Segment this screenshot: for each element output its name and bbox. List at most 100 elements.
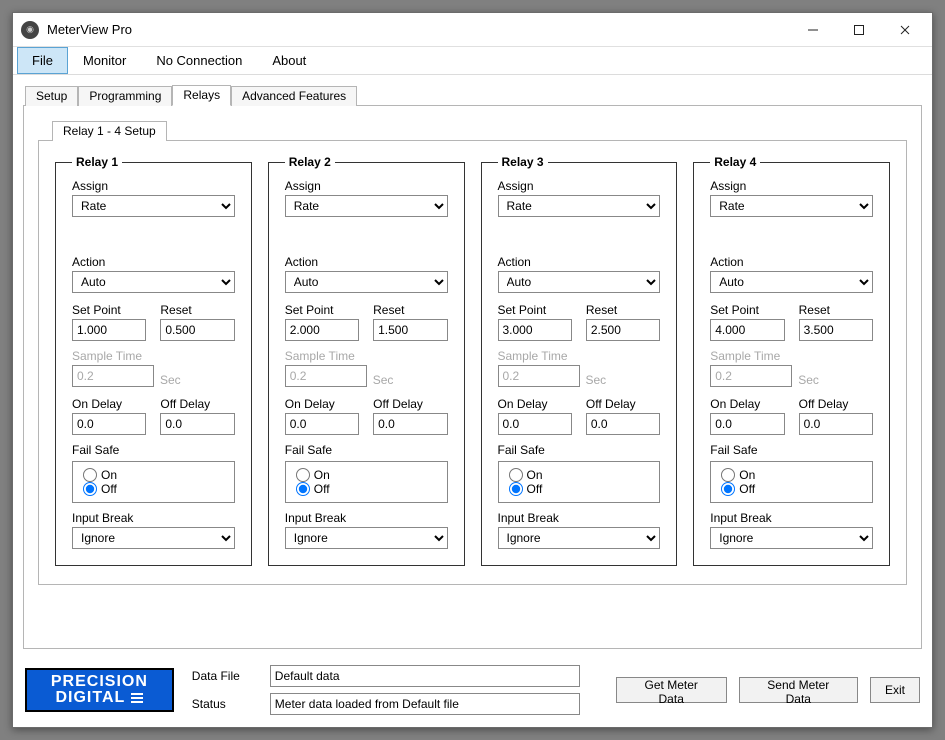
relay-4-reset-input[interactable]: [799, 319, 873, 341]
sec-label: Sec: [373, 373, 394, 387]
relay-4-action-select[interactable]: Auto: [710, 271, 873, 293]
maximize-button[interactable]: [836, 16, 882, 44]
relay-2-failsafe-off[interactable]: Off: [296, 482, 437, 496]
relay-1-failsafe-off-radio[interactable]: [83, 482, 97, 496]
footer-buttons: Get Meter Data Send Meter Data Exit: [616, 677, 920, 703]
relay-3-setpoint-input[interactable]: [498, 319, 572, 341]
setpoint-label: Set Point: [710, 303, 784, 317]
ondelay-label: On Delay: [285, 397, 359, 411]
relay-4-failsafe-box: OnOff: [710, 461, 873, 503]
relay-1-sampletime-input: [72, 365, 154, 387]
relay-4-failsafe-off[interactable]: Off: [721, 482, 862, 496]
action-label: Action: [285, 255, 448, 269]
menu-no-connection[interactable]: No Connection: [141, 47, 257, 74]
tab-setup[interactable]: Setup: [25, 86, 78, 106]
offdelay-label: Off Delay: [586, 397, 660, 411]
footer: PRECISION DIGITAL Data File Status Get M…: [13, 659, 932, 727]
relay-4-failsafe-off-radio[interactable]: [721, 482, 735, 496]
relay-4-failsafe-on-radio[interactable]: [721, 468, 735, 482]
relay-4-inputbreak-select[interactable]: Ignore: [710, 527, 873, 549]
relay-3-failsafe-box: OnOff: [498, 461, 661, 503]
relay-2-failsafe-on[interactable]: On: [296, 468, 437, 482]
relay-3-failsafe-off-radio[interactable]: [509, 482, 523, 496]
offdelay-label: Off Delay: [373, 397, 447, 411]
reset-label: Reset: [799, 303, 873, 317]
menu-monitor[interactable]: Monitor: [68, 47, 141, 74]
setpoint-label: Set Point: [498, 303, 572, 317]
send-meter-data-button[interactable]: Send Meter Data: [739, 677, 858, 703]
datafile-label: Data File: [192, 669, 262, 683]
action-label: Action: [710, 255, 873, 269]
relay-1-offdelay-input[interactable]: [160, 413, 234, 435]
relay-3-action-select[interactable]: Auto: [498, 271, 661, 293]
relay-1-setpoint-input[interactable]: [72, 319, 146, 341]
ondelay-label: On Delay: [72, 397, 146, 411]
client-area: Setup Programming Relays Advanced Featur…: [13, 75, 932, 659]
relay-3-sampletime-input: [498, 365, 580, 387]
sec-label: Sec: [586, 373, 607, 387]
relay-1-failsafe-on-radio[interactable]: [83, 468, 97, 482]
action-label: Action: [72, 255, 235, 269]
relay-3-assign-select[interactable]: Rate: [498, 195, 661, 217]
relay-3-failsafe-on[interactable]: On: [509, 468, 650, 482]
relay-1-inputbreak-select[interactable]: Ignore: [72, 527, 235, 549]
relay-4-setpoint-input[interactable]: [710, 319, 784, 341]
offdelay-label: Off Delay: [160, 397, 234, 411]
relay-3-ondelay-input[interactable]: [498, 413, 572, 435]
relay-3-failsafe-off[interactable]: Off: [509, 482, 650, 496]
status-label: Status: [192, 697, 262, 711]
failsafe-label: Fail Safe: [710, 443, 873, 457]
menu-file[interactable]: File: [17, 47, 68, 74]
relay-2-action-select[interactable]: Auto: [285, 271, 448, 293]
relay-2-assign-select[interactable]: Rate: [285, 195, 448, 217]
datafile-field: [270, 665, 580, 687]
relay-3-inputbreak-select[interactable]: Ignore: [498, 527, 661, 549]
relay-2-offdelay-input[interactable]: [373, 413, 447, 435]
relay-3-legend: Relay 3: [498, 155, 548, 169]
relay-1-legend: Relay 1: [72, 155, 122, 169]
relay-2-failsafe-on-radio[interactable]: [296, 468, 310, 482]
assign-label: Assign: [72, 179, 235, 193]
window-title: MeterView Pro: [47, 22, 132, 37]
relay-2-ondelay-input[interactable]: [285, 413, 359, 435]
sec-label: Sec: [160, 373, 181, 387]
failsafe-label: Fail Safe: [72, 443, 235, 457]
assign-label: Assign: [710, 179, 873, 193]
tab-advanced-features[interactable]: Advanced Features: [231, 86, 357, 106]
close-button[interactable]: [882, 16, 928, 44]
relay-3-reset-input[interactable]: [586, 319, 660, 341]
relay-1-assign-select[interactable]: Rate: [72, 195, 235, 217]
relay-1-reset-input[interactable]: [160, 319, 234, 341]
setpoint-label: Set Point: [72, 303, 146, 317]
relay-1-action-select[interactable]: Auto: [72, 271, 235, 293]
relay-2-failsafe-off-radio[interactable]: [296, 482, 310, 496]
relay-3-offdelay-input[interactable]: [586, 413, 660, 435]
relay-4-failsafe-on[interactable]: On: [721, 468, 862, 482]
relay-4-sampletime-input: [710, 365, 792, 387]
relay-1-group: Relay 1AssignRateActionAutoSet PointRese…: [55, 155, 252, 566]
minimize-button[interactable]: [790, 16, 836, 44]
tab-relays[interactable]: Relays: [172, 85, 231, 106]
relay-1-ondelay-input[interactable]: [72, 413, 146, 435]
relay-1-failsafe-off[interactable]: Off: [83, 482, 224, 496]
reset-label: Reset: [586, 303, 660, 317]
relay-4-assign-select[interactable]: Rate: [710, 195, 873, 217]
relay-4-offdelay-input[interactable]: [799, 413, 873, 435]
setpoint-label: Set Point: [285, 303, 359, 317]
relay-2-reset-input[interactable]: [373, 319, 447, 341]
get-meter-data-button[interactable]: Get Meter Data: [616, 677, 727, 703]
relay-4-ondelay-input[interactable]: [710, 413, 784, 435]
relay-3-failsafe-on-radio[interactable]: [509, 468, 523, 482]
relay-1-failsafe-on[interactable]: On: [83, 468, 224, 482]
relay-setup-panel: Relay 1 Assign Rate Action Auto Set Point Rese…: [38, 140, 907, 585]
vendor-logo-line2: DIGITAL: [55, 690, 143, 706]
action-label: Action: [498, 255, 661, 269]
titlebar: ◉ MeterView Pro: [13, 13, 932, 47]
relay-2-setpoint-input[interactable]: [285, 319, 359, 341]
exit-button[interactable]: Exit: [870, 677, 920, 703]
menu-about[interactable]: About: [257, 47, 321, 74]
tab-programming[interactable]: Programming: [78, 86, 172, 106]
tab-relay-1-4-setup[interactable]: Relay 1 - 4 Setup: [52, 121, 167, 141]
relay-2-inputbreak-select[interactable]: Ignore: [285, 527, 448, 549]
app-icon: ◉: [21, 21, 39, 39]
